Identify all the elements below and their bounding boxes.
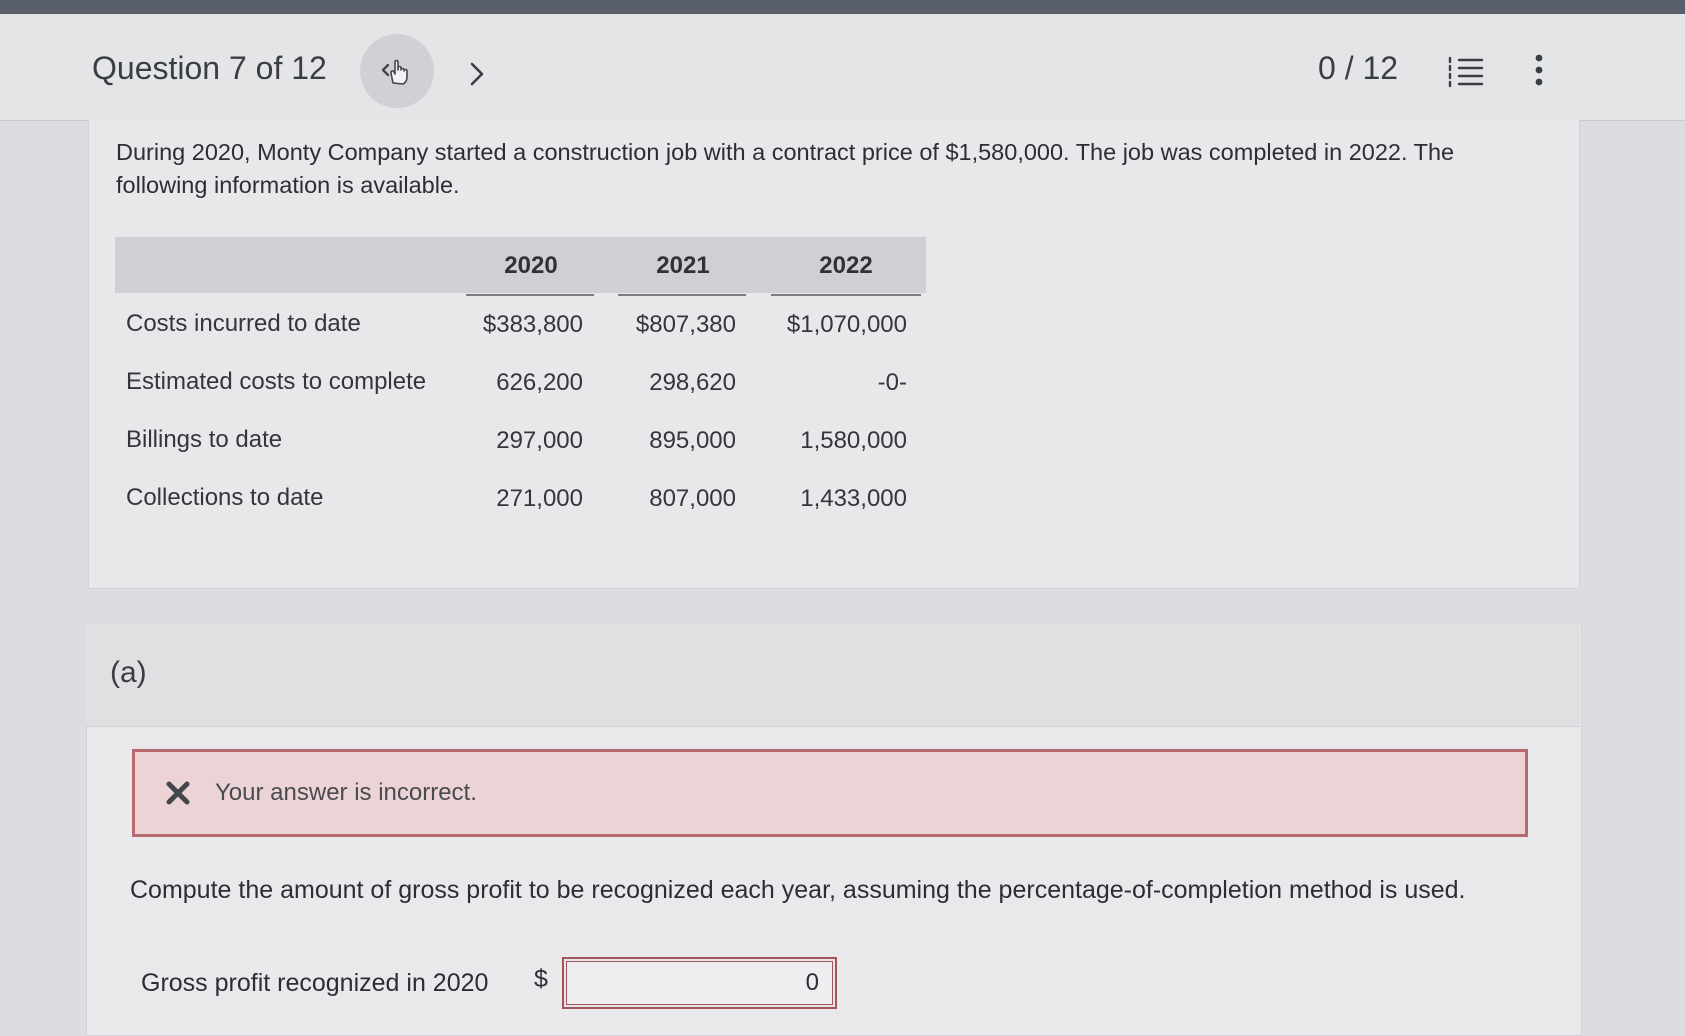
chevron-right-icon bbox=[470, 62, 484, 86]
question-prompt: Compute the amount of gross profit to be… bbox=[130, 876, 1466, 904]
incorrect-answer-alert: Your answer is incorrect. bbox=[132, 749, 1528, 837]
column-header-2020: 2020 bbox=[504, 252, 558, 279]
score-counter: 0 / 12 bbox=[1318, 50, 1399, 86]
table-cell: $383,800 bbox=[482, 311, 583, 338]
next-question-button[interactable] bbox=[462, 54, 492, 94]
row-label: Estimated costs to complete bbox=[126, 368, 427, 395]
top-strip bbox=[0, 0, 1685, 14]
column-underline bbox=[466, 294, 594, 296]
more-vertical-icon bbox=[1535, 54, 1543, 86]
gross-profit-2020-label: Gross profit recognized in 2020 bbox=[141, 969, 489, 997]
table-cell: 271,000 bbox=[496, 485, 583, 512]
column-underline bbox=[771, 294, 921, 296]
x-icon bbox=[166, 781, 190, 805]
table-cell: 1,580,000 bbox=[800, 427, 907, 454]
list-icon bbox=[1448, 56, 1484, 88]
question-title: Question 7 of 12 bbox=[92, 50, 327, 86]
question-header: Question 7 of 12 0 / 12 bbox=[0, 14, 1685, 121]
table-cell: 626,200 bbox=[496, 369, 583, 396]
column-header-2021: 2021 bbox=[656, 252, 710, 279]
row-label: Billings to date bbox=[126, 426, 283, 453]
column-underline bbox=[618, 294, 746, 296]
problem-intro: During 2020, Monty Company started a con… bbox=[116, 139, 1455, 198]
question-list-button[interactable] bbox=[1446, 50, 1486, 90]
table-cell: 1,433,000 bbox=[800, 485, 907, 512]
table-cell: 297,000 bbox=[496, 427, 583, 454]
table-cell: -0- bbox=[877, 369, 907, 396]
row-label: Collections to date bbox=[126, 484, 324, 511]
table-cell: $807,380 bbox=[635, 311, 736, 338]
gross-profit-2020-input[interactable] bbox=[562, 957, 837, 1009]
table-cell: 298,620 bbox=[649, 369, 736, 396]
previous-question-button[interactable] bbox=[360, 34, 434, 108]
hand-pointer-icon bbox=[381, 59, 408, 85]
table-cell: 895,000 bbox=[649, 427, 736, 454]
currency-symbol: $ bbox=[534, 965, 548, 993]
column-header-2022: 2022 bbox=[819, 252, 873, 279]
part-a-header bbox=[86, 624, 1580, 727]
table-cell: $1,070,000 bbox=[786, 311, 907, 338]
table-cell: 807,000 bbox=[649, 485, 736, 512]
alert-text: Your answer is incorrect. bbox=[215, 779, 477, 806]
more-options-button[interactable] bbox=[1526, 50, 1552, 90]
part-label: (a) bbox=[110, 656, 147, 689]
row-label: Costs incurred to date bbox=[126, 310, 361, 337]
